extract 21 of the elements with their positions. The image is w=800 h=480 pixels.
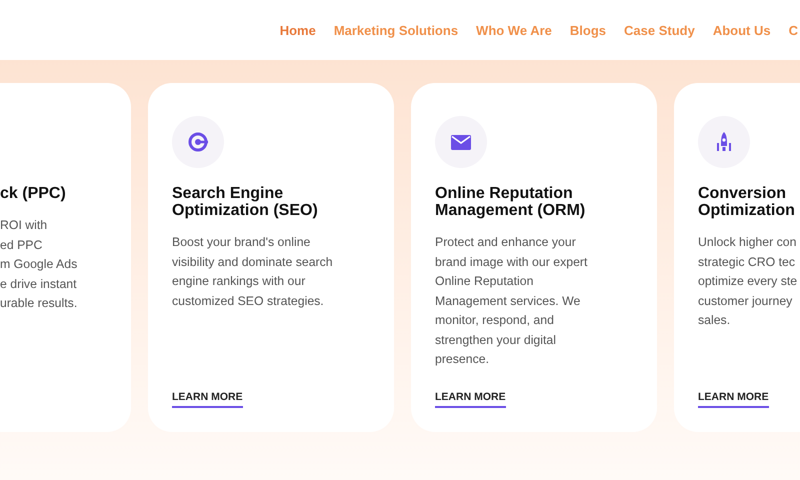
target-icon xyxy=(187,131,209,153)
nav-link[interactable]: Blogs xyxy=(570,18,606,42)
envelope-icon xyxy=(451,134,471,150)
card-title: Online Reputation Management (ORM) xyxy=(435,185,586,219)
rocket-icon xyxy=(717,132,731,152)
card-description: ROI with ed PPC m Google Ads e drive instant urable results. xyxy=(0,217,78,312)
card-title: ck (PPC) xyxy=(0,185,67,202)
card-title: Conversion Optimization xyxy=(698,185,796,219)
nav-link[interactable]: Home xyxy=(280,18,316,42)
nav-link[interactable]: About Us xyxy=(712,18,771,42)
card-description: Boost your brand's online visibility and dominate search engine rankings with our customized SEO strategies. xyxy=(172,234,334,310)
nav-link[interactable]: Marketing Solutions xyxy=(334,18,458,42)
learn-more-link[interactable]: LEARN MORE xyxy=(172,391,243,408)
learn-more-link[interactable]: LEARN MORE xyxy=(435,391,506,408)
nav-link[interactable]: C xyxy=(788,18,798,42)
nav-link[interactable]: Who We Are xyxy=(476,18,552,42)
card-title: Search Engine Optimization (SEO) xyxy=(172,185,319,219)
card-description: Unlock higher con strategic CRO tec optimize every ste customer journey sales. xyxy=(698,234,798,329)
learn-more-link[interactable]: LEARN MORE xyxy=(698,391,769,408)
nav-link[interactable]: Case Study xyxy=(624,18,695,42)
card-description: Protect and enhance your brand image with our expert Online Reputation Management services. We monitor, respond, and strengthen your digital presence. xyxy=(435,234,588,368)
